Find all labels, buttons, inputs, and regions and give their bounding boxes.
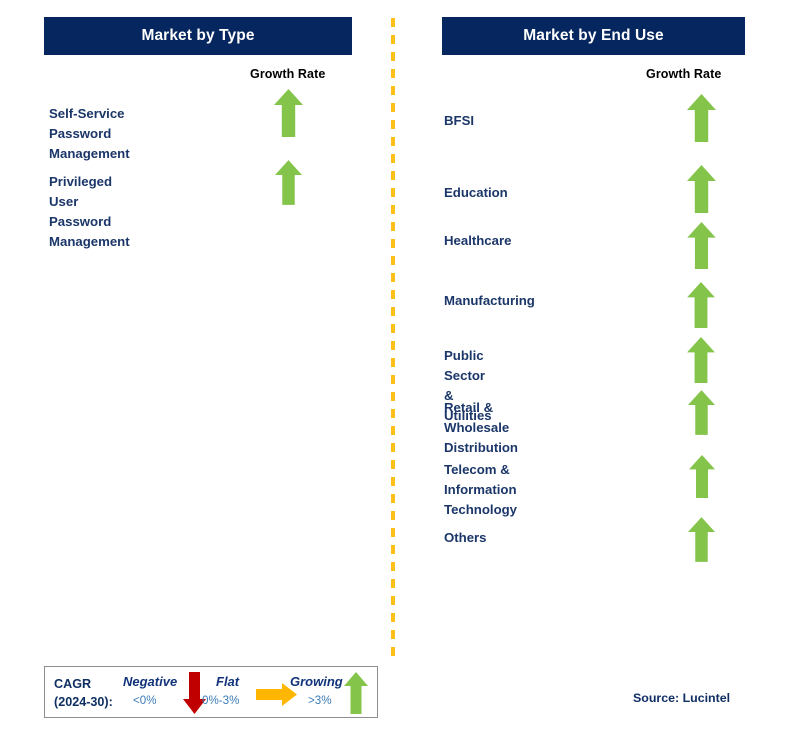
arrow-up-icon: [687, 222, 716, 269]
legend-item-growing-label: Growing: [290, 674, 343, 689]
arrow-up-icon: [275, 160, 302, 205]
column-header-growth-rate: Growth Rate: [646, 67, 722, 81]
arrow-up-icon: [689, 455, 715, 498]
panel-header-market-by-end-use: Market by End Use: [442, 17, 745, 55]
arrow-up-icon: [687, 337, 715, 383]
segment-label: Self-Service Password Management: [49, 106, 130, 162]
arrow-up-icon: [687, 94, 716, 142]
panel-market-by-end-use: Market by End Use Growth Rate BFSI Educa…: [394, 0, 798, 746]
arrow-up-icon: [688, 390, 715, 435]
arrow-up-icon: [344, 672, 368, 719]
legend-item-negative-value: <0%: [133, 694, 157, 707]
legend-title: CAGR (2024-30):: [54, 677, 113, 709]
panel-title: Market by End Use: [523, 27, 664, 45]
segment-label: Manufacturing: [444, 293, 535, 308]
segment-label: BFSI: [444, 113, 475, 128]
source-note: Source: Lucintel: [633, 691, 731, 705]
arrow-up-icon: [687, 165, 716, 213]
panel-header-market-by-type: Market by Type: [44, 17, 352, 55]
segment-label: Retail & Wholesale Distribution: [444, 400, 518, 456]
arrow-up-icon: [687, 282, 715, 328]
arrow-up-icon: [274, 89, 303, 137]
segment-label: Healthcare: [444, 233, 512, 248]
segment-label: Others: [444, 530, 487, 545]
arrow-up-icon: [688, 517, 715, 562]
legend-item-flat-value: 0%-3%: [202, 694, 240, 707]
legend-cagr: CAGR (2024-30): Negative <0% Flat 0%-3% …: [44, 666, 378, 718]
segment-label: Education: [444, 185, 508, 200]
segment-label: Privileged User Password Management: [49, 174, 130, 250]
legend-item-growing-value: >3%: [308, 694, 332, 707]
legend-item-flat-label: Flat: [216, 674, 240, 689]
segment-label: Telecom & Information Technology: [444, 462, 518, 518]
column-header-growth-rate: Growth Rate: [250, 67, 326, 81]
panel-market-by-type: Market by Type Growth Rate Self-Service …: [0, 0, 393, 746]
legend-item-negative-label: Negative: [123, 674, 178, 689]
panel-title: Market by Type: [141, 27, 255, 45]
